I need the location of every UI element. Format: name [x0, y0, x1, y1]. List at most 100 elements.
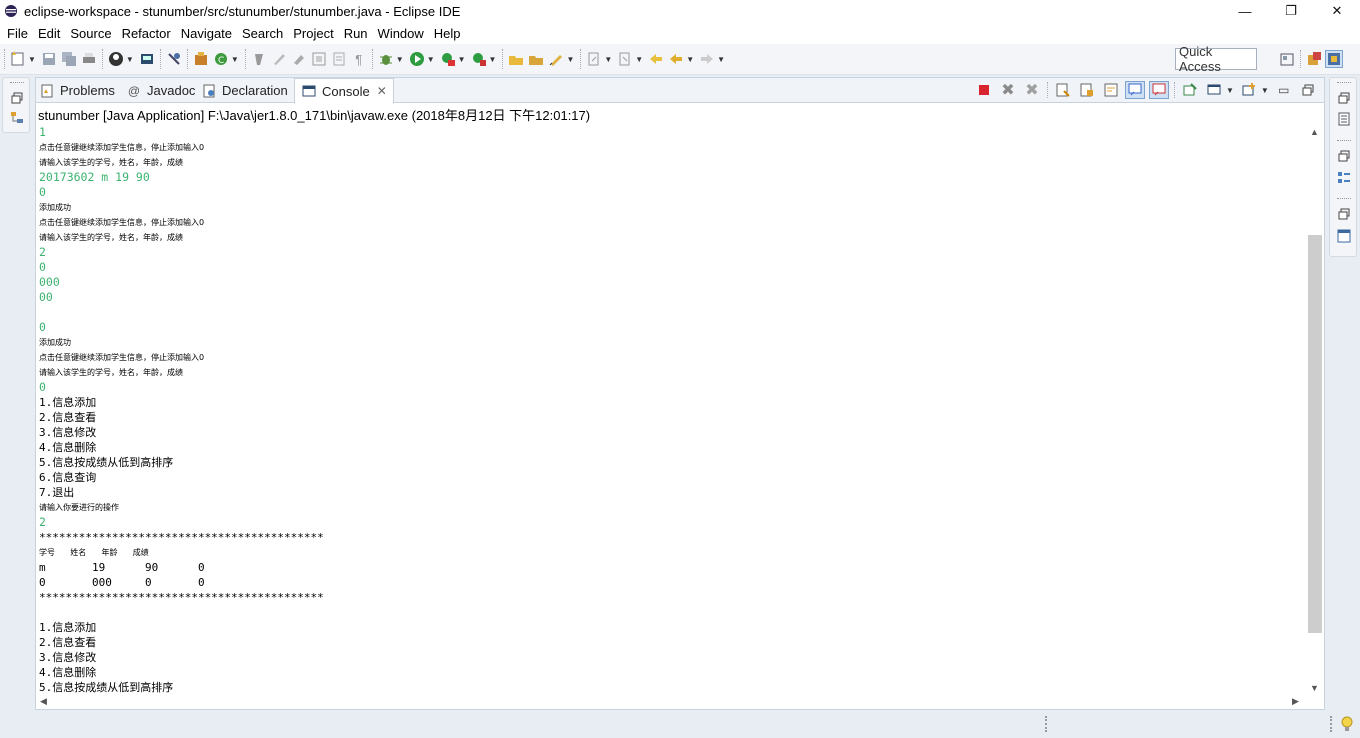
open-perspective-icon[interactable] [1278, 50, 1296, 68]
horizontal-scrollbar[interactable]: ◀ ▶ [36, 695, 1307, 709]
console-line: 20173602 m 19 90 [39, 170, 150, 184]
show-stderr-icon[interactable] [1149, 81, 1169, 99]
search-dropdown-icon[interactable]: ▼ [566, 55, 574, 64]
search-pen-icon[interactable] [547, 50, 565, 68]
scroll-up-icon[interactable]: ▲ [1310, 127, 1319, 137]
minimize-button[interactable]: — [1222, 0, 1268, 22]
maximize-button[interactable]: ❐ [1268, 0, 1314, 22]
show-whitespace-icon[interactable]: ¶ [350, 50, 368, 68]
open-type-icon[interactable] [507, 50, 525, 68]
profile-dropdown-icon[interactable]: ▼ [126, 55, 134, 64]
toggle-mark-occurrences-icon[interactable] [250, 50, 268, 68]
menu-source[interactable]: Source [65, 26, 116, 41]
console-line: 请输入该学生的学号，姓名，年龄，成绩 [39, 233, 183, 242]
print-icon[interactable] [80, 50, 98, 68]
next-annotation-icon[interactable] [585, 50, 603, 68]
open-console-icon[interactable] [1239, 81, 1259, 99]
display-console-dropdown-icon[interactable]: ▼ [1226, 86, 1234, 95]
save-icon[interactable] [40, 50, 58, 68]
menu-project[interactable]: Project [288, 26, 338, 41]
new-class-icon[interactable]: C [212, 50, 230, 68]
new-dropdown-icon[interactable]: ▼ [28, 55, 36, 64]
external-tools-dropdown-icon[interactable]: ▼ [489, 55, 497, 64]
coverage-dropdown-icon[interactable]: ▼ [458, 55, 466, 64]
console-line: 3.信息修改 [39, 651, 97, 664]
highlight-icon[interactable] [290, 50, 308, 68]
restore-icon[interactable] [1336, 206, 1352, 222]
close-tab-icon[interactable]: ✕ [377, 84, 387, 98]
pin-console-icon[interactable] [1180, 81, 1200, 99]
coverage-icon[interactable] [439, 50, 457, 68]
terminal-icon[interactable] [138, 50, 156, 68]
console-line: 6.信息查询 [39, 471, 97, 484]
menu-refactor[interactable]: Refactor [117, 26, 176, 41]
debug-dropdown-icon[interactable]: ▼ [396, 55, 404, 64]
forward-icon[interactable] [698, 50, 716, 68]
remove-launch-icon[interactable]: ✖ [998, 81, 1018, 99]
last-edit-location-icon[interactable] [647, 50, 665, 68]
restore-icon[interactable] [1336, 90, 1352, 106]
tab-problems[interactable]: Problems [39, 78, 115, 103]
close-button[interactable]: ✕ [1314, 0, 1360, 22]
view-icon[interactable] [1336, 228, 1352, 244]
menu-window[interactable]: Window [373, 26, 429, 41]
minimize-view-icon[interactable]: ▭ [1274, 81, 1294, 99]
menu-navigate[interactable]: Navigate [176, 26, 237, 41]
forward-dropdown-icon[interactable]: ▼ [717, 55, 725, 64]
menu-edit[interactable]: Edit [33, 26, 65, 41]
word-wrap-icon[interactable] [330, 50, 348, 68]
edit-pen-icon[interactable] [270, 50, 288, 68]
previous-annotation-dropdown-icon[interactable]: ▼ [635, 55, 643, 64]
status-bar [0, 710, 1360, 738]
previous-annotation-icon[interactable] [616, 50, 634, 68]
skip-breakpoints-icon[interactable] [165, 50, 183, 68]
restore-icon[interactable] [9, 90, 25, 106]
console-output[interactable]: 1 点击任意键继续添加学生信息，停止添加输入0 请输入该学生的学号，姓名，年龄，成绩… [39, 125, 1307, 695]
clear-console-icon[interactable] [1053, 81, 1073, 99]
display-console-icon[interactable] [1204, 81, 1224, 99]
menu-search[interactable]: Search [237, 26, 288, 41]
debug-icon[interactable] [377, 50, 395, 68]
restore-icon[interactable] [1336, 148, 1352, 164]
profile-icon[interactable] [107, 50, 125, 68]
scroll-lock-icon[interactable] [1077, 81, 1097, 99]
task-list-icon[interactable] [1336, 111, 1352, 127]
back-dropdown-icon[interactable]: ▼ [686, 55, 694, 64]
word-wrap-icon[interactable] [1101, 81, 1121, 99]
new-class-dropdown-icon[interactable]: ▼ [231, 55, 239, 64]
outline-icon[interactable] [1336, 170, 1352, 186]
scroll-down-icon[interactable]: ▼ [1310, 683, 1319, 693]
tab-javadoc[interactable]: @ Javadoc [126, 78, 196, 103]
menu-file[interactable]: File [2, 26, 33, 41]
quick-access-field[interactable]: Quick Access [1175, 44, 1257, 74]
package-explorer-icon[interactable] [9, 110, 25, 126]
scroll-right-icon[interactable]: ▶ [1292, 696, 1299, 707]
run-icon[interactable] [408, 50, 426, 68]
open-console-dropdown-icon[interactable]: ▼ [1261, 86, 1269, 95]
menu-help[interactable]: Help [429, 26, 466, 41]
terminate-icon[interactable] [974, 81, 994, 99]
new-java-project-icon[interactable] [192, 50, 210, 68]
lightbulb-icon[interactable] [1340, 715, 1354, 736]
scrollbar-thumb[interactable] [1308, 235, 1322, 633]
new-icon[interactable] [9, 50, 27, 68]
tab-console[interactable]: Console ✕ [294, 78, 394, 104]
toolbar-separator [159, 49, 161, 69]
back-icon[interactable] [667, 50, 685, 68]
maximize-view-icon[interactable] [1298, 81, 1318, 99]
external-tools-icon[interactable] [470, 50, 488, 68]
remove-all-terminated-icon[interactable]: ✖ [1022, 81, 1042, 99]
perspective-separator [1300, 50, 1301, 68]
tab-declaration[interactable]: Declaration [201, 78, 288, 103]
block-selection-icon[interactable] [310, 50, 328, 68]
show-stdout-icon[interactable] [1125, 81, 1145, 99]
java-perspective-icon[interactable] [1325, 50, 1343, 68]
vertical-scrollbar[interactable]: ▲ ▼ [1307, 125, 1324, 695]
java-ee-perspective-icon[interactable] [1305, 50, 1323, 68]
next-annotation-dropdown-icon[interactable]: ▼ [604, 55, 612, 64]
save-all-icon[interactable] [60, 50, 78, 68]
menu-run[interactable]: Run [339, 26, 373, 41]
scroll-left-icon[interactable]: ◀ [40, 696, 47, 707]
run-dropdown-icon[interactable]: ▼ [427, 55, 435, 64]
open-folder-icon[interactable] [527, 50, 545, 68]
